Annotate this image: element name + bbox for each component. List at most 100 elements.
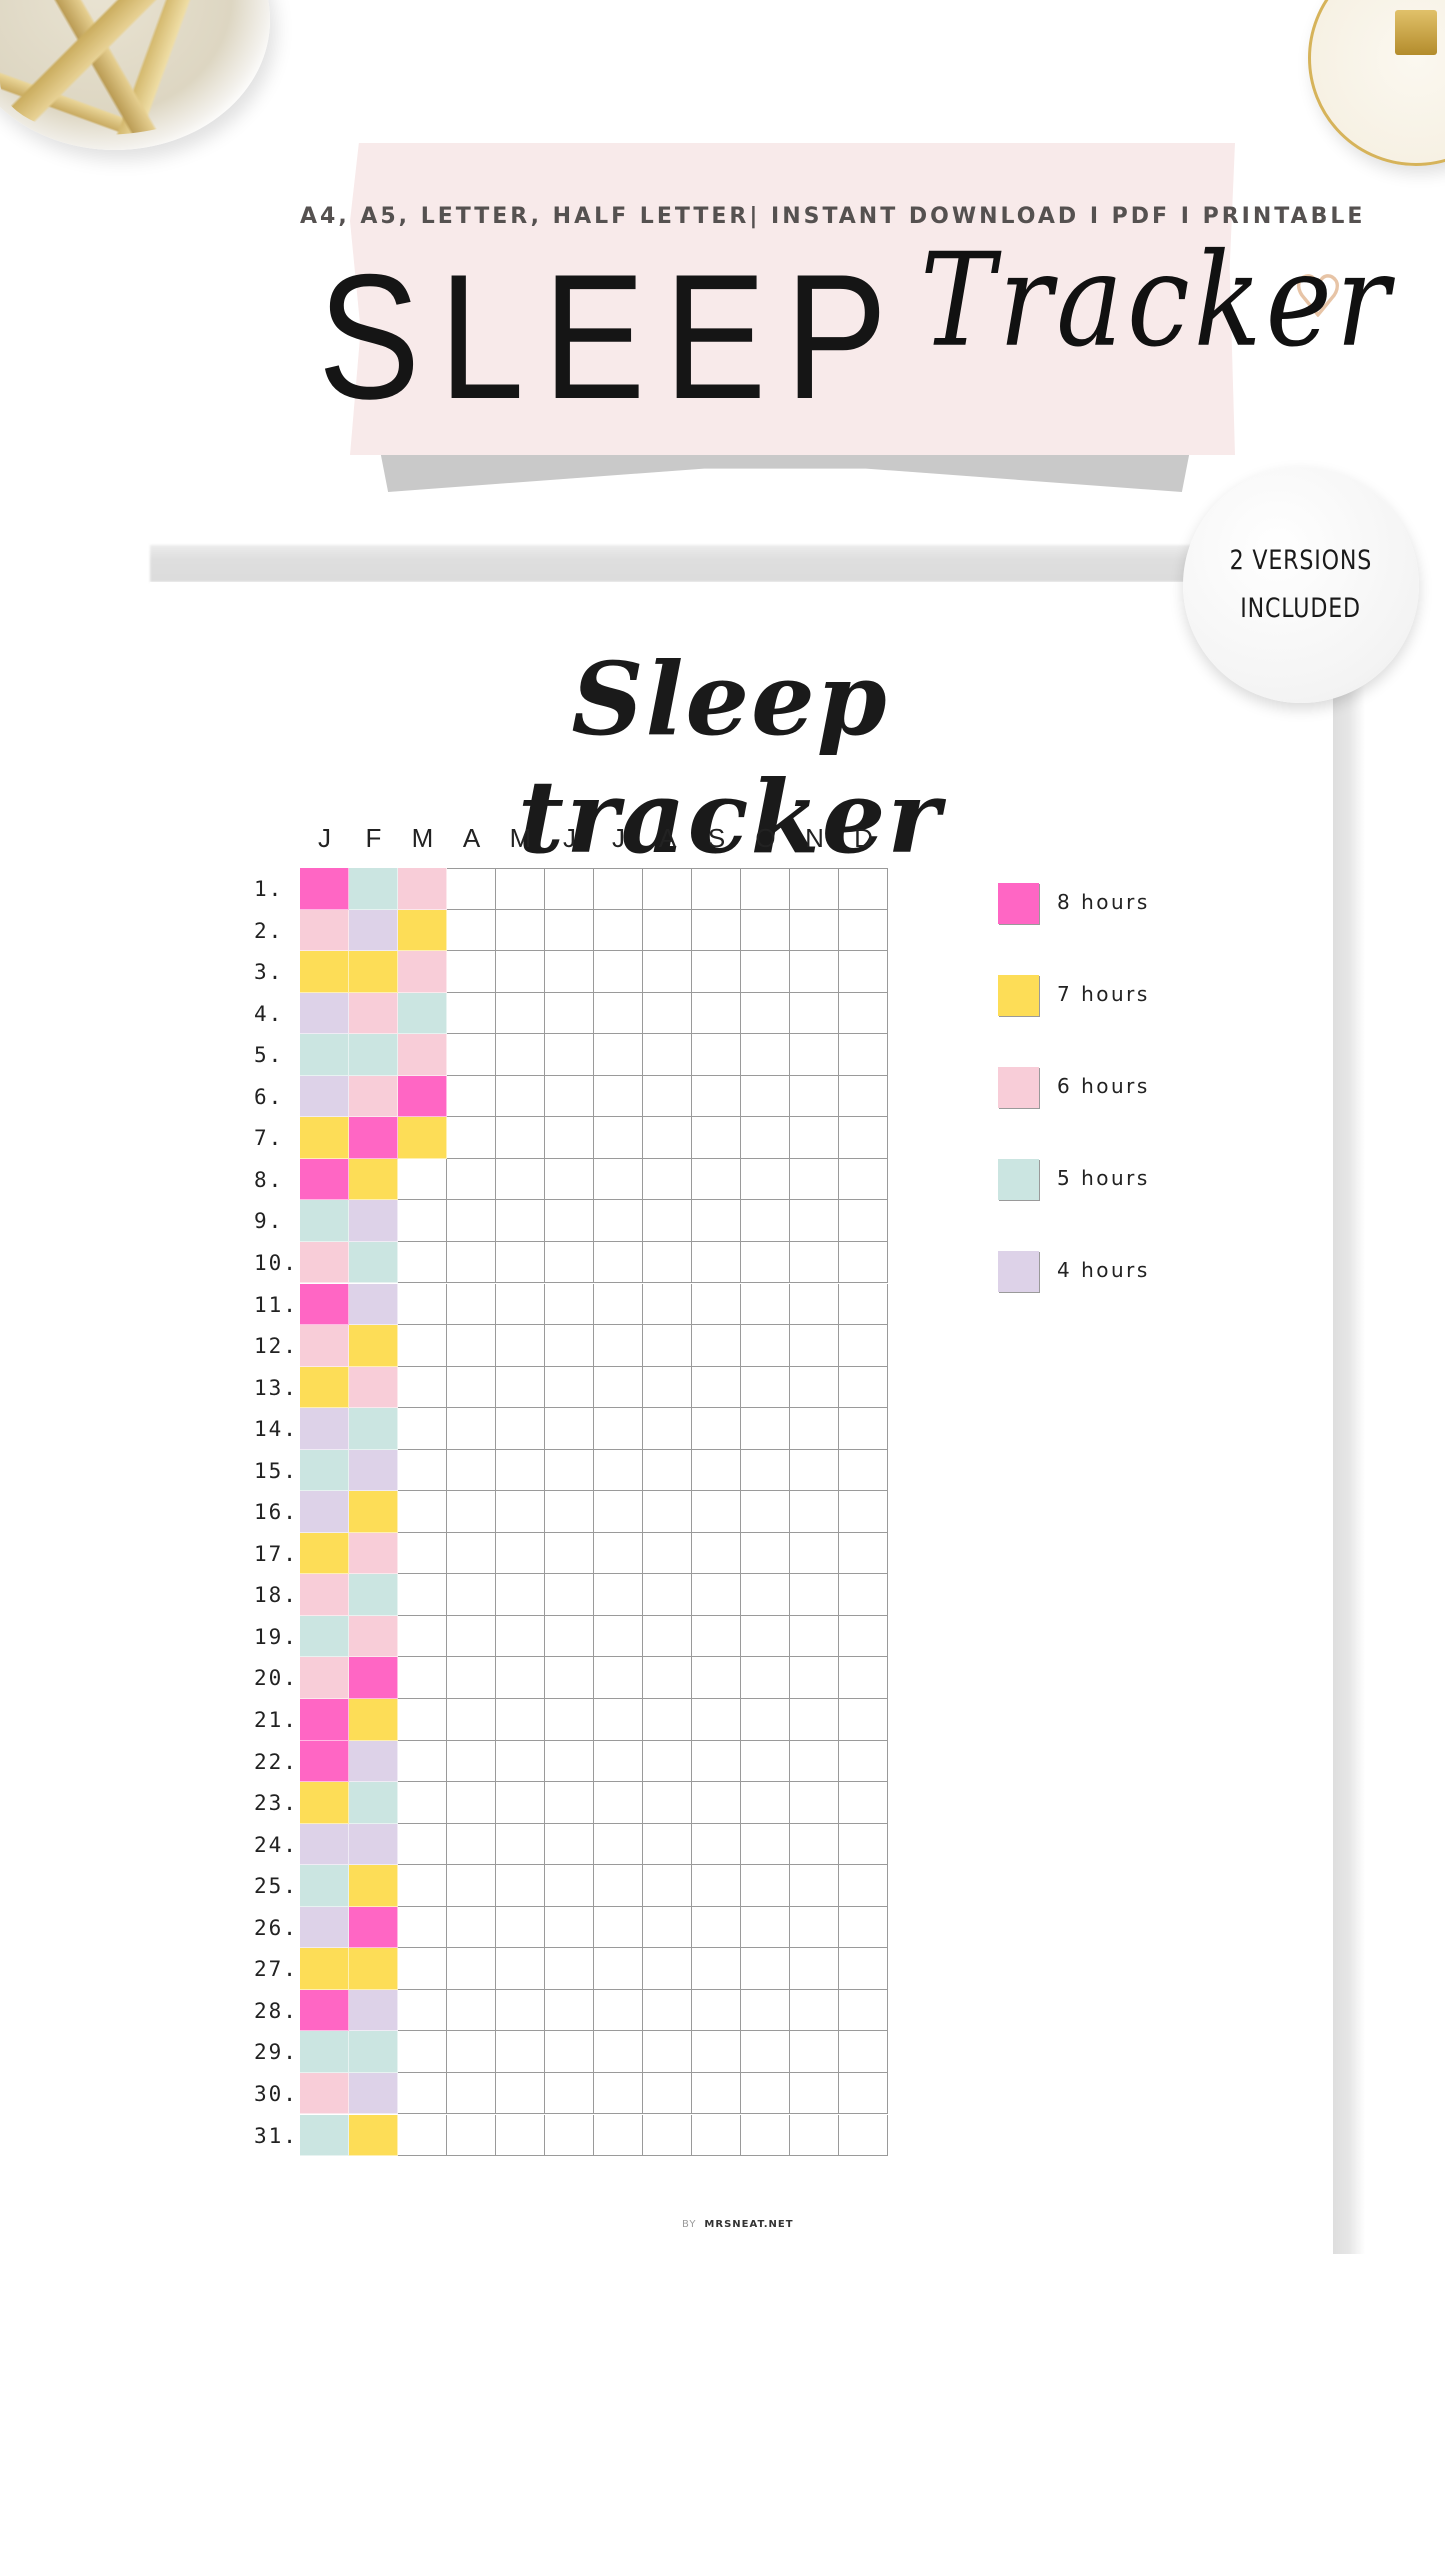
grid-cell[interactable]	[741, 1865, 790, 1907]
grid-cell[interactable]	[300, 1117, 349, 1159]
grid-cell[interactable]	[643, 1823, 692, 1866]
grid-cell[interactable]	[447, 992, 496, 1035]
grid-cell[interactable]	[545, 951, 594, 993]
grid-cell[interactable]	[447, 1491, 496, 1533]
grid-cell[interactable]	[398, 1200, 447, 1242]
grid-cell[interactable]	[349, 1117, 398, 1159]
grid-cell[interactable]	[741, 1740, 790, 1783]
grid-cell[interactable]	[839, 2072, 888, 2115]
grid-cell[interactable]	[692, 1034, 741, 1076]
grid-cell[interactable]	[300, 1906, 349, 1949]
grid-cell[interactable]	[692, 1241, 741, 1284]
grid-cell[interactable]	[398, 2114, 447, 2157]
grid-cell[interactable]	[496, 951, 545, 993]
grid-cell[interactable]	[692, 1740, 741, 1783]
grid-cell[interactable]	[496, 1823, 545, 1866]
grid-cell[interactable]	[545, 1366, 594, 1409]
grid-cell[interactable]	[741, 1615, 790, 1658]
grid-cell[interactable]	[839, 1366, 888, 1409]
grid-cell[interactable]	[349, 992, 398, 1035]
grid-cell[interactable]	[692, 2072, 741, 2115]
grid-cell[interactable]	[300, 1615, 349, 1658]
grid-cell[interactable]	[790, 2031, 839, 2073]
grid-cell[interactable]	[692, 992, 741, 1035]
grid-cell[interactable]	[545, 1283, 594, 1326]
grid-cell[interactable]	[643, 1782, 692, 1824]
grid-cell[interactable]	[594, 1782, 643, 1824]
grid-cell[interactable]	[398, 951, 447, 993]
grid-cell[interactable]	[545, 1906, 594, 1949]
grid-cell[interactable]	[447, 1699, 496, 1741]
grid-cell[interactable]	[692, 1408, 741, 1450]
grid-cell[interactable]	[300, 992, 349, 1035]
grid-cell[interactable]	[839, 1117, 888, 1159]
grid-cell[interactable]	[643, 1408, 692, 1450]
grid-cell[interactable]	[398, 1366, 447, 1409]
grid-cell[interactable]	[692, 1325, 741, 1367]
grid-cell[interactable]	[594, 1948, 643, 1990]
grid-cell[interactable]	[594, 1699, 643, 1741]
grid-cell[interactable]	[398, 1657, 447, 1699]
grid-cell[interactable]	[496, 1408, 545, 1450]
grid-cell[interactable]	[643, 1075, 692, 1118]
grid-cell[interactable]	[790, 1241, 839, 1284]
grid-cell[interactable]	[545, 1865, 594, 1907]
grid-cell[interactable]	[300, 2072, 349, 2115]
grid-cell[interactable]	[545, 1574, 594, 1616]
grid-cell[interactable]	[496, 1491, 545, 1533]
grid-cell[interactable]	[545, 1699, 594, 1741]
grid-cell[interactable]	[839, 1989, 888, 2032]
grid-cell[interactable]	[594, 1075, 643, 1118]
grid-cell[interactable]	[643, 1574, 692, 1616]
grid-cell[interactable]	[545, 1034, 594, 1076]
grid-cell[interactable]	[839, 909, 888, 952]
grid-cell[interactable]	[300, 1366, 349, 1409]
grid-cell[interactable]	[349, 2114, 398, 2157]
grid-cell[interactable]	[790, 1948, 839, 1990]
grid-cell[interactable]	[594, 2114, 643, 2157]
grid-cell[interactable]	[643, 992, 692, 1035]
grid-cell[interactable]	[594, 1034, 643, 1076]
grid-cell[interactable]	[790, 1699, 839, 1741]
grid-cell[interactable]	[741, 1241, 790, 1284]
grid-cell[interactable]	[741, 1532, 790, 1575]
grid-cell[interactable]	[545, 1989, 594, 2032]
grid-cell[interactable]	[349, 1699, 398, 1741]
grid-cell[interactable]	[594, 1449, 643, 1492]
grid-cell[interactable]	[741, 909, 790, 952]
grid-cell[interactable]	[692, 1158, 741, 1201]
grid-cell[interactable]	[447, 1865, 496, 1907]
grid-cell[interactable]	[300, 1782, 349, 1824]
grid-cell[interactable]	[594, 1325, 643, 1367]
grid-cell[interactable]	[398, 1325, 447, 1367]
grid-cell[interactable]	[741, 2114, 790, 2157]
grid-cell[interactable]	[300, 1532, 349, 1575]
grid-cell[interactable]	[349, 909, 398, 952]
grid-cell[interactable]	[692, 1865, 741, 1907]
grid-cell[interactable]	[839, 1075, 888, 1118]
grid-cell[interactable]	[398, 1906, 447, 1949]
grid-cell[interactable]	[447, 1532, 496, 1575]
grid-cell[interactable]	[643, 1491, 692, 1533]
grid-cell[interactable]	[545, 909, 594, 952]
grid-cell[interactable]	[741, 1989, 790, 2032]
grid-cell[interactable]	[447, 1989, 496, 2032]
grid-cell[interactable]	[447, 1117, 496, 1159]
grid-cell[interactable]	[790, 1740, 839, 1783]
grid-cell[interactable]	[741, 1699, 790, 1741]
grid-cell[interactable]	[496, 1532, 545, 1575]
grid-cell[interactable]	[447, 2072, 496, 2115]
grid-cell[interactable]	[447, 1283, 496, 1326]
grid-cell[interactable]	[447, 1657, 496, 1699]
grid-cell[interactable]	[643, 1989, 692, 2032]
grid-cell[interactable]	[839, 1657, 888, 1699]
grid-cell[interactable]	[447, 1906, 496, 1949]
grid-cell[interactable]	[398, 1948, 447, 1990]
grid-cell[interactable]	[447, 2114, 496, 2157]
grid-cell[interactable]	[741, 1200, 790, 1242]
grid-cell[interactable]	[496, 1865, 545, 1907]
grid-cell[interactable]	[790, 1782, 839, 1824]
grid-cell[interactable]	[496, 1366, 545, 1409]
grid-cell[interactable]	[349, 1865, 398, 1907]
grid-cell[interactable]	[594, 1989, 643, 2032]
